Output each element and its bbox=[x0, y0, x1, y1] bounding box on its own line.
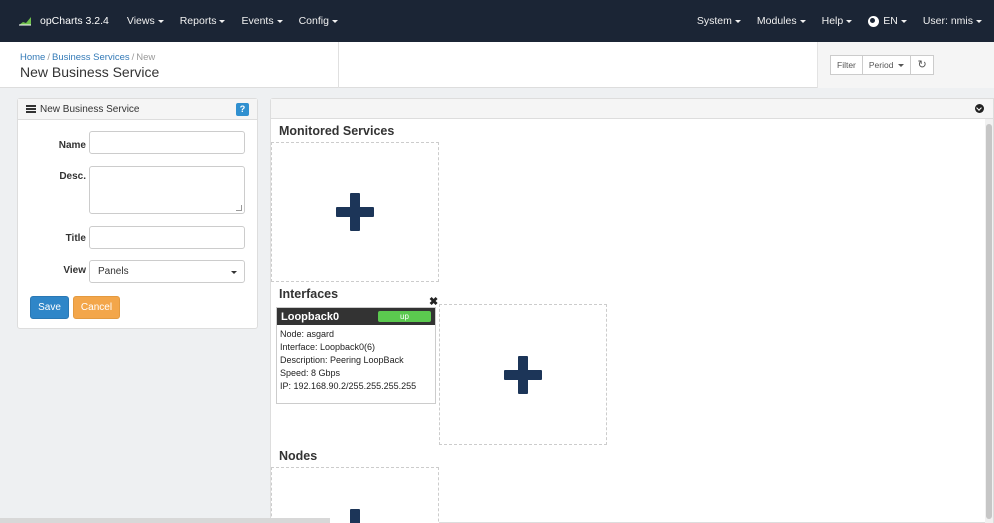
name-input[interactable] bbox=[89, 131, 245, 154]
breadcrumb-separator: / bbox=[131, 52, 135, 63]
page-title: New Business Service bbox=[20, 64, 160, 80]
form-heading-label: New Business Service bbox=[40, 103, 140, 115]
brand[interactable]: opCharts 3.2.4 bbox=[0, 0, 119, 42]
name-label: Name bbox=[58, 140, 86, 151]
menu-language[interactable]: EN bbox=[860, 0, 915, 42]
interface-speed: Speed: 8 Gbps bbox=[280, 368, 341, 378]
plus-icon bbox=[336, 509, 374, 523]
service-builder-panel: Monitored Services Interfaces ✖ Loopback… bbox=[270, 98, 994, 523]
monitored-services-title: Monitored Services bbox=[279, 124, 395, 138]
caret-down-icon bbox=[846, 19, 853, 23]
breadcrumb: Home / Business Services / New bbox=[20, 52, 155, 63]
interfaces-add-box[interactable] bbox=[439, 304, 607, 445]
caret-down-icon bbox=[898, 63, 905, 67]
monitored-services-add-box[interactable] bbox=[271, 142, 439, 282]
breadcrumb-home[interactable]: Home bbox=[20, 52, 45, 63]
desc-label: Desc. bbox=[59, 171, 86, 182]
header-tools: Filter Period ↻ bbox=[817, 42, 994, 88]
menu-user-label: User: nmis bbox=[922, 15, 973, 27]
plus-icon bbox=[504, 355, 542, 394]
status-badge: up bbox=[378, 311, 431, 322]
refresh-icon: ↻ bbox=[917, 58, 927, 71]
page-header: Home / Business Services / New New Business … bbox=[0, 42, 994, 88]
caret-down-icon bbox=[331, 19, 338, 23]
collapse-chevron-icon[interactable] bbox=[975, 104, 984, 113]
caret-down-icon bbox=[219, 19, 226, 23]
nav-right: System Modules Help EN User: nmis bbox=[689, 0, 994, 42]
interface-name: Loopback0 bbox=[281, 310, 340, 323]
new-business-service-form: New Business Service ? Name Desc. Title … bbox=[17, 98, 258, 329]
menu-views-label: Views bbox=[126, 15, 155, 27]
plus-icon bbox=[336, 193, 374, 231]
title-row: Title bbox=[18, 227, 86, 250]
menu-system-label: System bbox=[696, 15, 732, 27]
menu-modules[interactable]: Modules bbox=[749, 0, 814, 42]
menu-events-label: Events bbox=[241, 15, 274, 27]
caret-down-icon bbox=[799, 19, 806, 23]
period-dropdown[interactable]: Period bbox=[862, 55, 912, 75]
help-button[interactable]: ? bbox=[236, 102, 249, 116]
menu-modules-label: Modules bbox=[756, 15, 797, 27]
view-select-value: Panels bbox=[98, 266, 129, 277]
view-row: View bbox=[18, 259, 86, 282]
interface-node: Node: asgard bbox=[280, 329, 335, 339]
name-row: Name bbox=[18, 134, 86, 157]
nodes-add-box[interactable] bbox=[271, 467, 439, 523]
panel-toolbar bbox=[271, 99, 993, 119]
header-divider bbox=[338, 42, 339, 88]
menu-language-label: EN bbox=[883, 15, 898, 27]
view-select[interactable]: Panels bbox=[89, 260, 245, 283]
interface-details: Node: asgard Interface: Loopback0(6) Des… bbox=[277, 325, 435, 396]
caret-down-icon bbox=[231, 271, 237, 274]
menu-views[interactable]: Views bbox=[119, 0, 172, 42]
title-label: Title bbox=[65, 233, 86, 244]
scrollbar-thumb[interactable] bbox=[986, 124, 992, 519]
cancel-button[interactable]: Cancel bbox=[73, 296, 120, 319]
title-input[interactable] bbox=[89, 226, 245, 249]
form-heading: New Business Service ? bbox=[18, 99, 257, 120]
menu-help-label: Help bbox=[821, 15, 844, 27]
interfaces-title: Interfaces bbox=[279, 287, 339, 301]
menu-system[interactable]: System bbox=[689, 0, 749, 42]
menu-reports-label: Reports bbox=[179, 15, 217, 27]
menu-reports[interactable]: Reports bbox=[172, 0, 234, 42]
caret-down-icon bbox=[157, 19, 164, 23]
desc-row: Desc. bbox=[18, 165, 86, 188]
caret-down-icon bbox=[900, 19, 907, 23]
menu-events[interactable]: Events bbox=[233, 0, 290, 42]
desc-textarea[interactable] bbox=[89, 166, 245, 214]
menu-help[interactable]: Help bbox=[814, 0, 861, 42]
resize-grip-icon[interactable] bbox=[236, 205, 242, 211]
caret-down-icon bbox=[734, 19, 741, 23]
top-navbar: opCharts 3.2.4 Views Reports Events Conf… bbox=[0, 0, 994, 42]
horizontal-scrollbar[interactable] bbox=[0, 518, 330, 523]
menu-config-label: Config bbox=[298, 15, 329, 27]
brand-label: opCharts 3.2.4 bbox=[40, 15, 109, 27]
interface-interface: Interface: Loopback0(6) bbox=[280, 342, 376, 352]
list-icon bbox=[26, 105, 36, 113]
interface-ip: IP: 192.168.90.2/255.255.255.255 bbox=[280, 381, 417, 391]
caret-down-icon bbox=[276, 19, 283, 23]
globe-icon bbox=[868, 15, 880, 27]
nodes-title: Nodes bbox=[279, 449, 318, 463]
breadcrumb-separator: / bbox=[47, 52, 50, 63]
filter-button[interactable]: Filter bbox=[830, 55, 863, 75]
interface-card-header: Loopback0 up bbox=[277, 308, 435, 325]
menu-config[interactable]: Config bbox=[291, 0, 346, 42]
interface-description: Description: Peering LoopBack bbox=[280, 355, 404, 365]
refresh-button[interactable]: ↻ bbox=[911, 55, 934, 75]
period-label: Period bbox=[868, 60, 894, 70]
view-label: View bbox=[63, 265, 86, 276]
save-button[interactable]: Save bbox=[30, 296, 69, 319]
breadcrumb-current: New bbox=[136, 52, 156, 63]
breadcrumb-business-services[interactable]: Business Services bbox=[52, 52, 130, 63]
interface-card: Loopback0 up Node: asgard Interface: Loo… bbox=[276, 307, 436, 404]
nav-left: opCharts 3.2.4 Views Reports Events Conf… bbox=[0, 0, 346, 42]
vertical-scrollbar[interactable] bbox=[985, 119, 993, 523]
menu-user[interactable]: User: nmis bbox=[915, 0, 990, 42]
caret-down-icon bbox=[976, 19, 982, 23]
brand-logo-icon bbox=[19, 17, 31, 26]
